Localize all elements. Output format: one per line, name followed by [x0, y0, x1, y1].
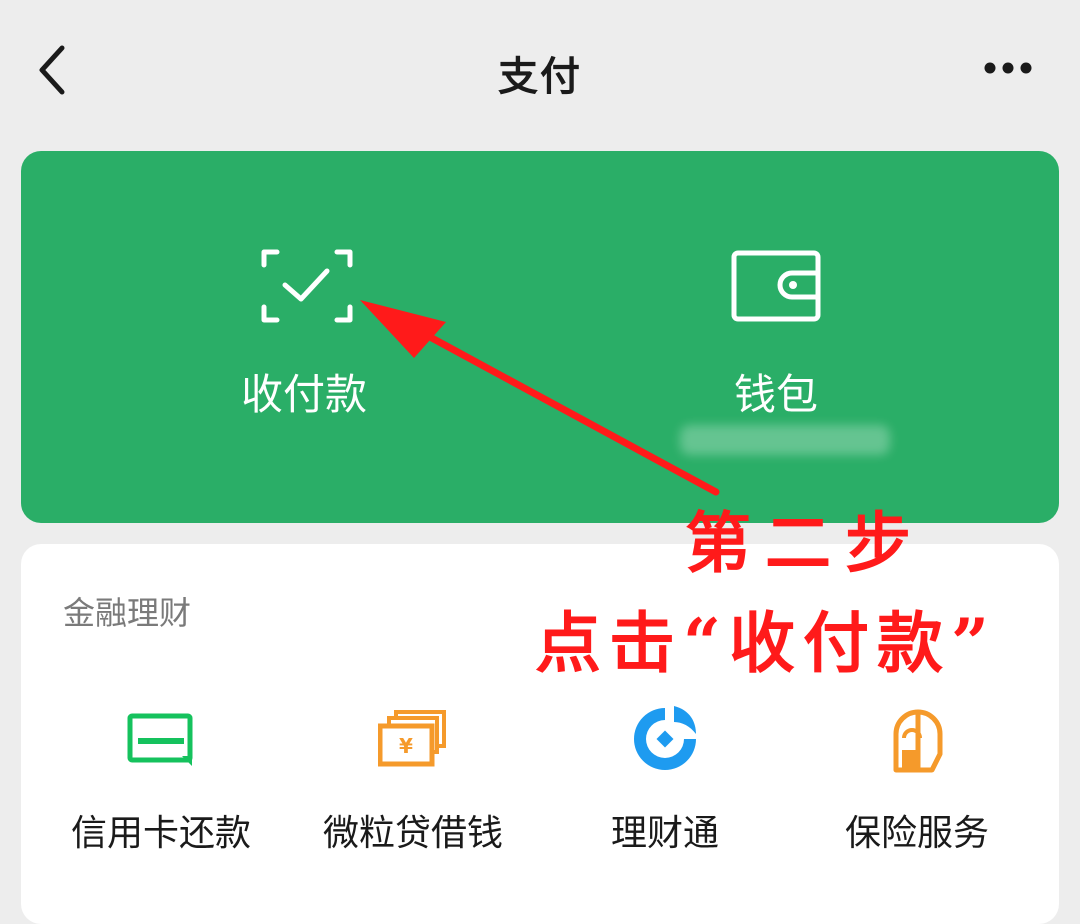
wallet-button[interactable]: 钱包: [540, 151, 1059, 523]
blurred-balance: [680, 425, 890, 455]
annotation-instruction: 点击“收付款”: [535, 604, 997, 682]
svg-text:¥: ¥: [399, 734, 413, 758]
annotation-step: 第二步: [685, 504, 925, 582]
credit-card-repay-label: 信用卡还款: [70, 813, 251, 854]
licaitong-button[interactable]: 理财通: [535, 704, 785, 854]
receive-pay-label: 收付款: [240, 370, 367, 419]
more-button[interactable]: [978, 52, 1038, 84]
weilidai-button[interactable]: ¥ 微粒贷借钱: [283, 704, 533, 854]
receive-pay-button[interactable]: 收付款: [21, 151, 540, 523]
top-bar: 支付: [0, 0, 1080, 140]
insurance-button[interactable]: 保险服务: [787, 704, 1037, 854]
payment-card: 收付款 钱包: [21, 151, 1059, 523]
credit-card-icon: [127, 713, 193, 766]
weilidai-label: 微粒贷借钱: [322, 813, 503, 854]
licaitong-label: 理财通: [610, 813, 719, 854]
licaitong-icon: [634, 706, 696, 770]
credit-card-repay-button[interactable]: 信用卡还款: [31, 704, 281, 854]
page-title: 支付: [498, 54, 582, 100]
yuan-notes-icon: ¥: [378, 710, 446, 767]
scan-check-icon: [261, 249, 353, 323]
wallet-icon: [731, 250, 821, 322]
section-title: 金融理财: [63, 594, 192, 632]
insurance-icon: [893, 709, 943, 773]
wallet-label: 钱包: [733, 370, 818, 419]
insurance-label: 保险服务: [844, 813, 989, 854]
more-dots-icon: [984, 62, 1032, 74]
